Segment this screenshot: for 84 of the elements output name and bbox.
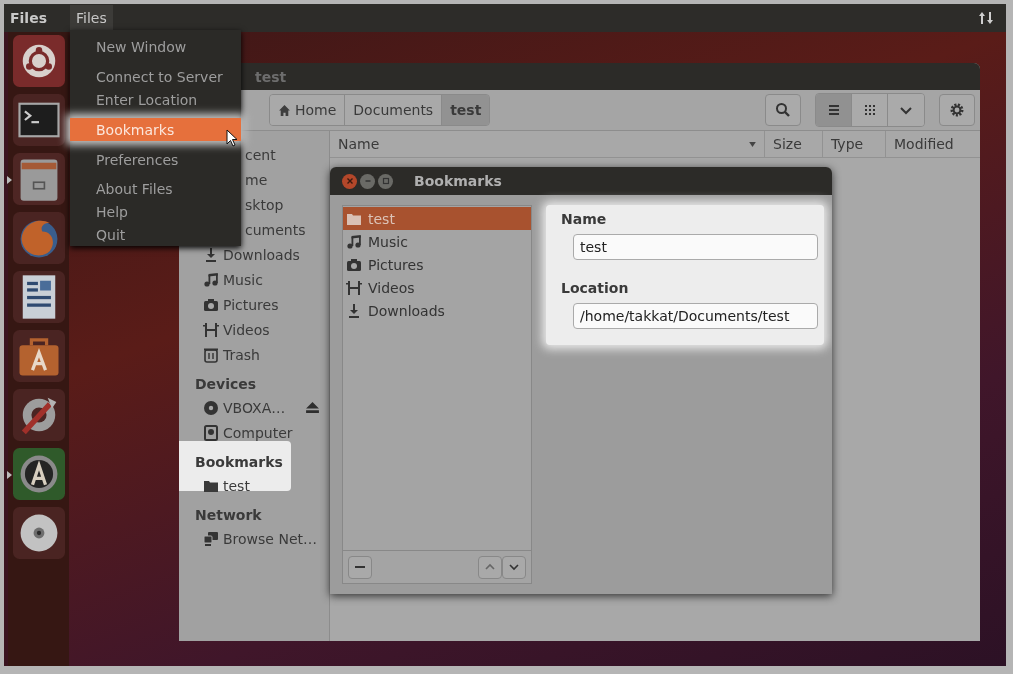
bookmark-item[interactable]: Pictures bbox=[343, 253, 531, 276]
sidebar-item[interactable]: Pictures bbox=[223, 296, 279, 313]
disc-icon bbox=[203, 399, 219, 416]
bookmark-item[interactable]: Music bbox=[343, 230, 531, 253]
move-down-button[interactable] bbox=[502, 555, 526, 579]
menu-item[interactable]: New Window bbox=[70, 36, 241, 59]
bookmark-item[interactable]: test bbox=[343, 207, 531, 230]
sidebar-item[interactable]: cuments bbox=[245, 221, 306, 238]
menu-item[interactable]: Preferences bbox=[70, 148, 241, 172]
home-icon bbox=[278, 103, 291, 117]
column-header[interactable]: Modified bbox=[886, 131, 980, 157]
film-icon bbox=[203, 321, 219, 338]
column-header[interactable]: Name bbox=[330, 131, 765, 157]
sidebar-item[interactable]: sktop bbox=[245, 196, 284, 213]
path-button[interactable]: test bbox=[442, 95, 490, 125]
camera-icon bbox=[203, 296, 219, 313]
path-button[interactable]: Home bbox=[270, 95, 346, 125]
network-icon bbox=[203, 530, 219, 547]
window-title: test bbox=[255, 68, 287, 85]
music-icon bbox=[203, 271, 219, 288]
bookmark-item[interactable]: Downloads bbox=[343, 299, 531, 322]
column-header[interactable]: Size bbox=[765, 131, 823, 157]
eject-icon[interactable] bbox=[306, 402, 319, 413]
menu-item[interactable]: Connect to Server bbox=[70, 65, 241, 89]
list-view-button[interactable] bbox=[816, 94, 852, 126]
menu-item[interactable]: About Files bbox=[70, 178, 241, 201]
app-name: Files bbox=[10, 10, 48, 26]
sidebar-item[interactable]: VBOXA… bbox=[223, 399, 286, 416]
field-label: Name bbox=[561, 211, 608, 227]
network-arrows-icon[interactable] bbox=[978, 10, 994, 26]
ubuntu-logo-icon[interactable] bbox=[12, 35, 65, 87]
sidebar-heading: Devices bbox=[194, 375, 258, 394]
search-icon bbox=[775, 102, 791, 118]
search-button[interactable] bbox=[765, 94, 801, 126]
globe-icon[interactable] bbox=[12, 212, 65, 264]
film-icon bbox=[346, 279, 362, 296]
sidebar-item[interactable]: Music bbox=[223, 271, 263, 288]
settings-icon bbox=[949, 102, 965, 118]
menu-item[interactable]: Enter Location bbox=[70, 88, 241, 111]
gear-wrench-icon[interactable] bbox=[12, 389, 65, 441]
menu-item[interactable]: Quit bbox=[70, 223, 241, 246]
sidebar-heading: Network bbox=[194, 506, 263, 525]
close-button[interactable] bbox=[342, 173, 357, 189]
grid-view-button[interactable] bbox=[852, 94, 888, 126]
sidebar-item[interactable]: cent bbox=[245, 146, 276, 163]
sidebar-heading: Bookmarks bbox=[194, 453, 284, 472]
view-options-button[interactable] bbox=[888, 94, 924, 126]
mouse-cursor-icon bbox=[226, 129, 238, 147]
path-button[interactable]: Documents bbox=[345, 95, 443, 125]
camera-icon bbox=[346, 256, 362, 273]
dialog-title: Bookmarks bbox=[414, 173, 502, 189]
terminal-icon[interactable] bbox=[12, 94, 65, 146]
sidebar-item[interactable]: Computer bbox=[223, 424, 293, 441]
sidebar-item[interactable]: Downloads bbox=[223, 246, 300, 263]
trash-icon bbox=[203, 346, 219, 363]
close-icon bbox=[345, 177, 354, 185]
sidebar-item[interactable]: test bbox=[223, 477, 250, 494]
field-label: Location bbox=[561, 280, 630, 296]
document-icon[interactable] bbox=[12, 271, 65, 323]
location-field[interactable]: /home/takkat/Documents/test bbox=[573, 303, 818, 329]
remove-button[interactable] bbox=[348, 555, 372, 579]
sidebar-item[interactable]: Videos bbox=[223, 321, 270, 338]
menu-title[interactable]: Files bbox=[70, 5, 113, 31]
bookmark-item[interactable]: Videos bbox=[343, 276, 531, 299]
download-icon bbox=[346, 302, 362, 319]
music-icon bbox=[346, 233, 362, 250]
maximize-button[interactable] bbox=[378, 173, 393, 189]
sidebar-item[interactable]: Browse Net… bbox=[223, 530, 317, 547]
sidebar-item[interactable]: Trash bbox=[223, 346, 260, 363]
download-icon bbox=[203, 246, 219, 263]
update-icon[interactable] bbox=[12, 448, 65, 500]
file-cabinet-icon[interactable] bbox=[12, 153, 65, 205]
column-header[interactable]: Type bbox=[823, 131, 886, 157]
name-field[interactable]: test bbox=[573, 234, 818, 260]
minimize-icon bbox=[363, 177, 372, 185]
shopping-bag-icon[interactable] bbox=[12, 330, 65, 382]
menu-item[interactable]: Bookmarks bbox=[70, 117, 241, 142]
menu-item[interactable]: Help bbox=[70, 200, 241, 224]
maximize-icon bbox=[381, 177, 390, 185]
minimize-button[interactable] bbox=[360, 173, 375, 189]
drive-icon bbox=[203, 424, 219, 441]
sidebar-item[interactable]: me bbox=[245, 171, 268, 188]
settings-button[interactable] bbox=[939, 94, 975, 126]
chevron-down-icon bbox=[508, 561, 520, 573]
